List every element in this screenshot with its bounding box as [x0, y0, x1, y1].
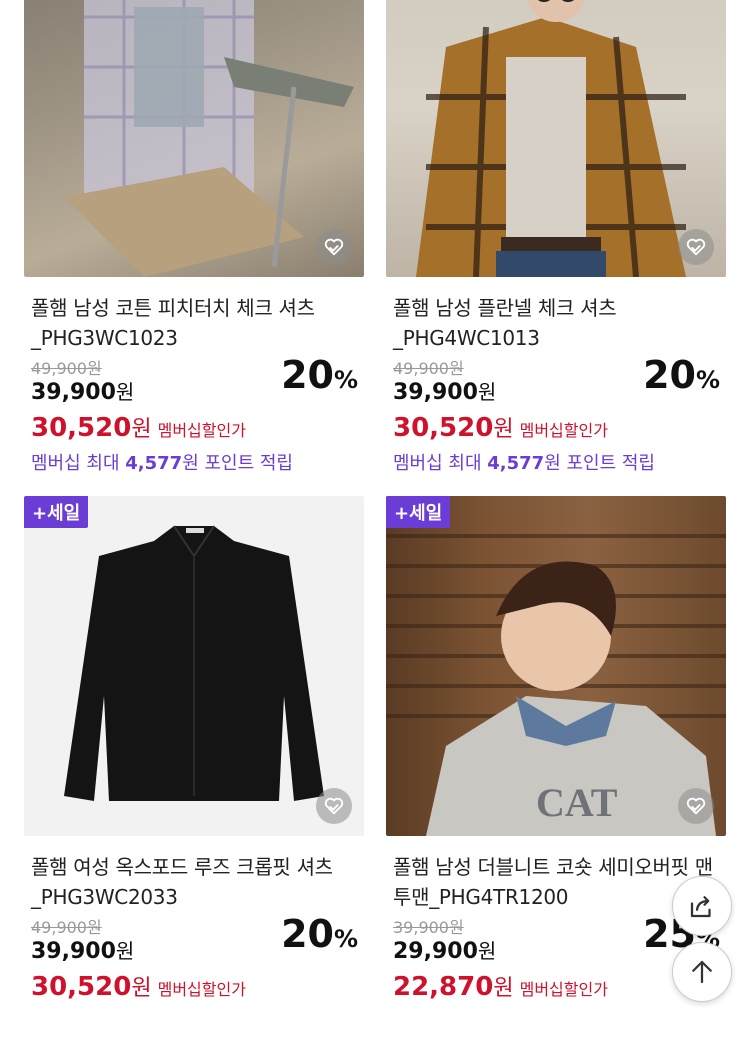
- sale-badge: +세일: [386, 496, 451, 528]
- product-name[interactable]: 폴햄 여성 옥스포드 루즈 크롭핏 셔츠_PHG3WC2033: [24, 852, 364, 912]
- heart-hands-icon: [686, 238, 706, 256]
- heart-hands-icon: [686, 797, 706, 815]
- discount-rate: 20%: [281, 353, 358, 397]
- scroll-top-button[interactable]: [672, 942, 732, 1002]
- product-image[interactable]: +세일: [24, 496, 364, 836]
- sale-badge: +세일: [24, 496, 89, 528]
- product-photo: [64, 0, 354, 277]
- member-price: 30,520원 멤버십할인가: [31, 972, 246, 1002]
- points-info: 멤버십 최대 4,577원 포인트 적립: [393, 453, 655, 474]
- product-image[interactable]: [24, 0, 364, 277]
- heart-hands-icon: [324, 238, 344, 256]
- wishlist-button[interactable]: [316, 229, 352, 265]
- member-price: 30,520원 멤버십할인가: [393, 413, 608, 443]
- member-price: 30,520원 멤버십할인가: [31, 413, 246, 443]
- heart-hands-icon: [324, 797, 344, 815]
- wishlist-button[interactable]: [678, 788, 714, 824]
- price-box: 49,900원 39,900원 20% 30,520원 멤버십할인가 멤버십 최대…: [386, 353, 726, 479]
- arrow-up-icon: [692, 960, 712, 984]
- wishlist-button[interactable]: [678, 229, 714, 265]
- product-name[interactable]: 폴햄 남성 플란넬 체크 셔츠_PHG4WC1013: [386, 293, 726, 353]
- product-image[interactable]: [386, 0, 726, 277]
- share-icon: [690, 896, 711, 918]
- product-photo: CAT: [386, 534, 726, 836]
- product-image[interactable]: CAT +세일: [386, 496, 726, 836]
- product-name[interactable]: 폴햄 남성 코튼 피치터치 체크 셔츠_PHG3WC1023: [24, 293, 364, 353]
- share-button[interactable]: [672, 876, 732, 936]
- product-card[interactable]: 폴햄 남성 플란넬 체크 셔츠_PHG4WC1013 49,900원 39,90…: [386, 0, 726, 479]
- product-photo: [416, 0, 686, 277]
- svg-text:CAT: CAT: [536, 780, 618, 825]
- discount-rate: 20%: [281, 912, 358, 956]
- price-box: 49,900원 39,900원 20% 30,520원 멤버십할인가 멤버십 최대…: [24, 353, 364, 479]
- product-card[interactable]: 폴햄 남성 코튼 피치터치 체크 셔츠_PHG3WC1023 49,900원 3…: [24, 0, 364, 479]
- product-card[interactable]: +세일 폴햄 여성 옥스포드 루즈 크롭핏 셔츠_PHG3WC2033 49,9…: [24, 496, 364, 1038]
- wishlist-button[interactable]: [316, 788, 352, 824]
- points-info: 멤버십 최대 4,577원 포인트 적립: [31, 453, 293, 474]
- product-photo: [64, 525, 324, 801]
- discount-rate: 20%: [643, 353, 720, 397]
- price-box: 49,900원 39,900원 20% 30,520원 멤버십할인가: [24, 912, 364, 1038]
